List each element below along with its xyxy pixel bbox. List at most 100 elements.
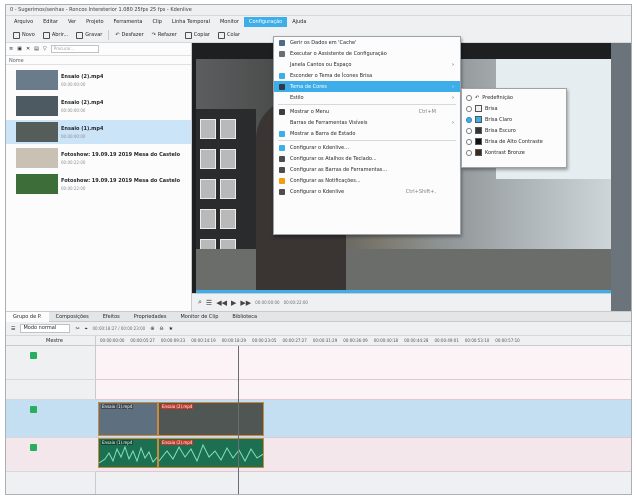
- new-button[interactable]: Novo: [9, 30, 39, 41]
- radio-button[interactable]: [466, 94, 472, 101]
- menu-item-window-corners[interactable]: Janela Cantos ou Espaço ›: [274, 59, 460, 70]
- bin-clip[interactable]: Ensaio (2).mp4 00:00:00:00: [6, 94, 191, 118]
- open-button[interactable]: Abrir...: [39, 30, 72, 41]
- undo-button[interactable]: ↶ Desfazer: [111, 30, 147, 40]
- theme-option-breeze-light[interactable]: Brisa Claro: [462, 114, 566, 125]
- menu-icon[interactable]: ≡: [9, 46, 13, 52]
- forward-icon[interactable]: ▶▶: [240, 299, 251, 307]
- timeline-menu-icon[interactable]: ☰: [11, 326, 15, 332]
- menu-item-configure-notifications[interactable]: Configurar as Notificações...: [274, 175, 460, 186]
- menu-item-configure-toolbars[interactable]: Configurar as Barras de Ferramentas...: [274, 164, 460, 175]
- edit-mode-select[interactable]: Modo normal: [20, 324, 71, 333]
- menu-item-config-wizard[interactable]: Executar o Assistente de Configuração: [274, 48, 460, 59]
- track-v1[interactable]: [96, 380, 631, 400]
- rewind-icon[interactable]: ◀◀: [216, 299, 227, 307]
- theme-option-kontrast-bronze[interactable]: Kontrast Bronze: [462, 147, 566, 158]
- tab-effects[interactable]: Efeitos: [96, 312, 127, 322]
- zoom-icon[interactable]: ⌕: [198, 298, 202, 307]
- menu-project[interactable]: Projeto: [81, 17, 108, 27]
- undo-icon: ↶: [475, 94, 480, 101]
- menu-item-configure-kdenlive[interactable]: Configurar o Kdenlive...: [274, 142, 460, 153]
- radio-button[interactable]: [466, 105, 472, 112]
- zoom-out-icon[interactable]: ⊖: [159, 326, 163, 332]
- menu-monitor[interactable]: Monitor: [215, 17, 244, 27]
- menu-item-show-statusbar[interactable]: Mostrar a Barra de Estado: [274, 128, 460, 139]
- menu-item-style[interactable]: Estilo ›: [274, 92, 460, 103]
- toolbar-separator: [108, 30, 110, 40]
- timeline-ruler[interactable]: 00:00:00:00 00:00:05:27 00:00:09:23 00:0…: [96, 336, 631, 346]
- audio-waveform: [159, 443, 263, 463]
- menu-item-configure-shortcuts[interactable]: Configurar os Atalhos de Teclado...: [274, 153, 460, 164]
- bin-clip[interactable]: Ensaio (2).mp4 00:00:00:00: [6, 68, 191, 92]
- menu-item-configure-app[interactable]: Configurar o Kdenlive Ctrl+Shift+,: [274, 186, 460, 197]
- menu-item-breeze-icons[interactable]: Esconder o Tema de Ícones Brisa: [274, 70, 460, 81]
- window-title: 0 - Sugerimos/senhas - Roncos Intereteri…: [6, 5, 631, 16]
- tab-compositions[interactable]: Composições: [49, 312, 96, 322]
- dock-tabs: Grupo de P. Composições Efeitos Propried…: [6, 311, 631, 322]
- menu-tool[interactable]: Ferramenta: [109, 17, 148, 27]
- theme-option-breeze-dark[interactable]: Brisa Escuro: [462, 125, 566, 136]
- menu-timeline[interactable]: Linha Temporal: [167, 17, 215, 27]
- menu-view[interactable]: Ver: [63, 17, 81, 27]
- copy-button[interactable]: Copiar: [181, 30, 214, 41]
- star-icon[interactable]: ★: [169, 326, 173, 332]
- timeline-playhead[interactable]: [238, 346, 239, 494]
- menu-item-show-menu[interactable]: Mostrar o Menu Ctrl+M: [274, 106, 460, 117]
- tab-clip-monitor[interactable]: Monitor de Clip: [173, 312, 225, 322]
- folder-icon[interactable]: ▤: [34, 46, 39, 52]
- theme-option-default[interactable]: ↶ Predefinição: [462, 92, 566, 103]
- track-header-v1[interactable]: [6, 380, 96, 400]
- save-button[interactable]: Gravar: [72, 30, 106, 41]
- theme-option-breeze[interactable]: Brisa: [462, 103, 566, 114]
- menu-clip[interactable]: Clip: [147, 17, 166, 27]
- menu-edit[interactable]: Editar: [38, 17, 63, 27]
- track-v2[interactable]: [96, 346, 631, 380]
- track-active-icon[interactable]: [30, 444, 37, 451]
- menu-item-toolbars-shown[interactable]: Barras de Ferramentas Visíveis ›: [274, 117, 460, 128]
- settings-icon: [279, 144, 285, 151]
- track-active-icon[interactable]: [30, 406, 37, 413]
- bin-clip[interactable]: Fotoshow: 19.09.19 2019 Mesa do Castelo 0…: [6, 172, 191, 196]
- tab-library[interactable]: Biblioteca: [225, 312, 264, 322]
- track-header-v2[interactable]: [6, 346, 96, 380]
- delete-icon[interactable]: ✕: [26, 46, 30, 52]
- zoom-in-icon[interactable]: ⊕: [150, 326, 154, 332]
- menu-help[interactable]: Ajuda: [287, 17, 311, 27]
- add-clip-icon[interactable]: ▣: [17, 46, 22, 52]
- settings-icon[interactable]: ☰: [206, 299, 212, 307]
- bin-clip-selected[interactable]: Ensaio (1).mp4 00:00:00:00: [6, 120, 191, 144]
- play-icon[interactable]: ▶: [231, 299, 236, 307]
- theme-swatch: [475, 149, 482, 156]
- cut-icon[interactable]: ✂: [75, 326, 79, 332]
- menu-item-manage-cache[interactable]: Gerir os Dados em 'Cache': [274, 37, 460, 48]
- track-header-audio[interactable]: [6, 438, 96, 472]
- snap-icon[interactable]: ⌖: [85, 326, 88, 332]
- paste-button[interactable]: Colar: [214, 30, 244, 41]
- radio-button[interactable]: [466, 149, 472, 156]
- wizard-icon: [279, 50, 285, 57]
- toolbar-config-icon: [279, 166, 285, 173]
- timeline-video-clip[interactable]: Ensaio (1).mp4: [98, 402, 158, 436]
- theme-option-high-contrast[interactable]: Brisa de Alto Contraste: [462, 136, 566, 147]
- bin-clip[interactable]: Fotoshow: 19.09.19 2019 Mesa do Castelo 0…: [6, 146, 191, 170]
- timeline-audio-clip[interactable]: Ensaio (1).mp4: [98, 438, 158, 468]
- radio-button[interactable]: [466, 138, 472, 145]
- tab-properties[interactable]: Propriedades: [127, 312, 174, 322]
- track-active-icon[interactable]: [30, 352, 37, 359]
- menu-item-color-theme[interactable]: Tema de Cores ›: [274, 81, 460, 92]
- radio-button[interactable]: [466, 127, 472, 134]
- redo-button[interactable]: ↷ Refazer: [148, 30, 181, 40]
- menu-settings[interactable]: Configuração: [243, 17, 288, 27]
- filter-icon[interactable]: ▽: [43, 46, 47, 52]
- bin-search-input[interactable]: Procurar...: [50, 45, 99, 53]
- monitor-timecode[interactable]: 00:00:00:00: [255, 300, 279, 305]
- track-header-video[interactable]: [6, 400, 96, 438]
- radio-button-selected[interactable]: [466, 116, 472, 123]
- timeline-audio-clip[interactable]: Ensaio (2).mp4: [158, 438, 264, 468]
- clip-thumbnail: [16, 96, 58, 116]
- save-icon: [76, 31, 84, 39]
- menu-file[interactable]: Arquivo: [9, 17, 38, 27]
- tab-project-bin[interactable]: Grupo de P.: [6, 311, 49, 322]
- clip-thumbnail: [16, 174, 58, 194]
- timeline-video-clip[interactable]: Ensaio (2).mp4: [158, 402, 264, 436]
